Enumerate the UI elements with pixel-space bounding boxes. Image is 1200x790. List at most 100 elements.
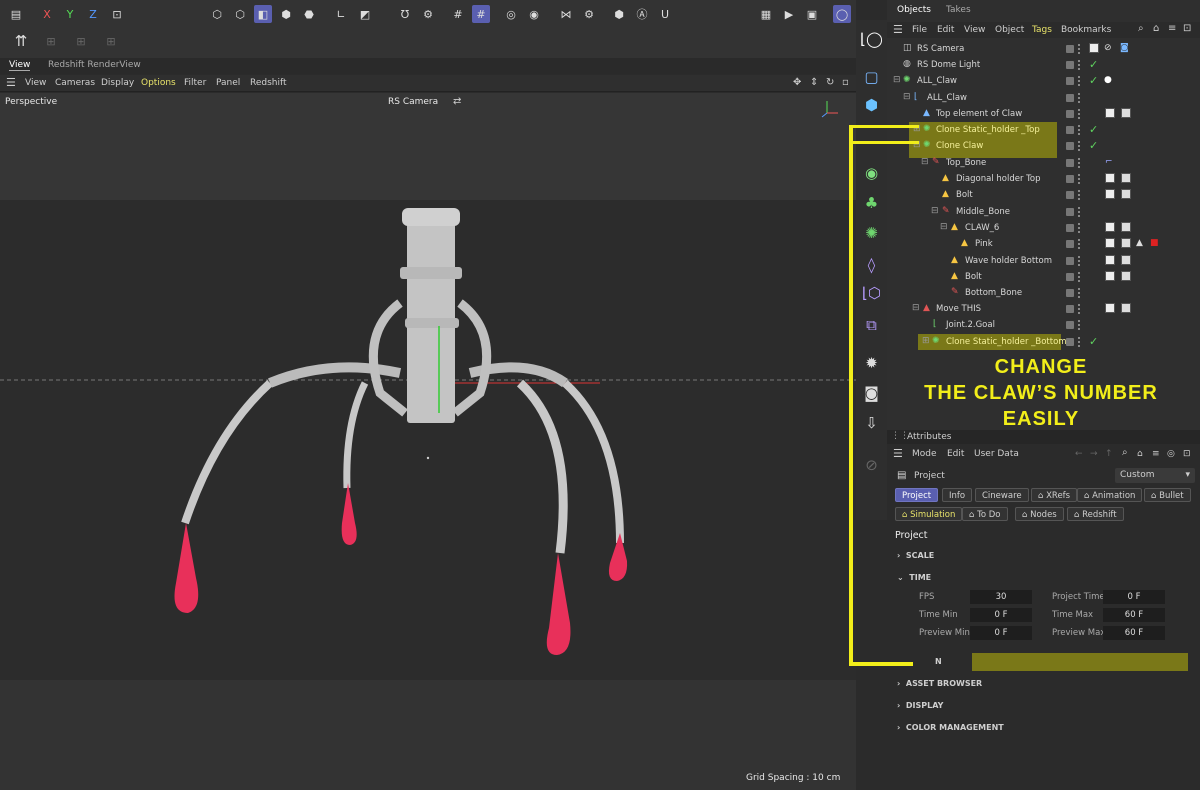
- selection-tag-icon[interactable]: ▲: [1136, 238, 1143, 248]
- target-icon[interactable]: ◎: [1167, 449, 1175, 459]
- tab-simulation[interactable]: ⌂ Simulation: [895, 507, 963, 521]
- symmetry-settings-icon[interactable]: ⚙: [580, 5, 598, 23]
- render-active-view-icon[interactable]: ▦: [757, 5, 775, 23]
- joint-icon[interactable]: ⧉: [859, 312, 884, 337]
- object-row[interactable]: ⊟ ▲ Move THIS: [887, 301, 1200, 317]
- phong-tag-icon[interactable]: [1121, 222, 1131, 232]
- lock-icon[interactable]: ⌂: [1137, 449, 1143, 459]
- group-color-management[interactable]: › COLOR MANAGEMENT: [897, 723, 1004, 732]
- deformer-icon[interactable]: ◊: [859, 252, 884, 277]
- tab-objects[interactable]: Objects: [897, 5, 931, 15]
- enabled-check-icon[interactable]: ✓: [1089, 123, 1098, 136]
- tab-bullet[interactable]: ⌂ Bullet: [1144, 488, 1191, 502]
- group-time[interactable]: ⌄ TIME: [897, 573, 931, 582]
- axis-x-toggle[interactable]: X: [38, 5, 56, 23]
- preview-min-field[interactable]: 0 F: [970, 626, 1032, 640]
- render-to-picture-viewer-icon[interactable]: ▶: [780, 5, 798, 23]
- tab-to-do[interactable]: ⌂ To Do: [962, 507, 1008, 521]
- snap-icon[interactable]: ℧: [396, 5, 414, 23]
- tab-animation[interactable]: ⌂ Animation: [1077, 488, 1143, 502]
- object-row[interactable]: ⊟ ⌊ ALL_Claw: [887, 90, 1200, 106]
- hamburger-icon[interactable]: ☰: [893, 23, 903, 36]
- menu-user-data[interactable]: User Data: [974, 449, 1019, 459]
- up-arrow-icon[interactable]: ↑: [1105, 449, 1113, 459]
- workplane-icon[interactable]: #: [449, 5, 467, 23]
- object-row[interactable]: ▲ Top element of Claw: [887, 106, 1200, 122]
- group-scale[interactable]: › SCALE: [897, 551, 934, 560]
- tab-cineware[interactable]: Cineware: [975, 488, 1029, 502]
- axis-mode-icon[interactable]: ∟: [332, 5, 350, 23]
- enabled-check-icon[interactable]: ✓: [1089, 139, 1098, 152]
- render-view-icon[interactable]: ◉: [525, 5, 543, 23]
- tool-icon-3[interactable]: ⊞: [70, 30, 92, 52]
- menu-edit[interactable]: Edit: [937, 25, 954, 35]
- cube-icon[interactable]: ⬢: [859, 92, 884, 117]
- axis-z-toggle[interactable]: Z: [84, 5, 102, 23]
- enabled-check-icon[interactable]: ✓: [1089, 58, 1098, 71]
- texture-tag-icon[interactable]: [1105, 303, 1115, 313]
- texture-tag-icon[interactable]: [1105, 222, 1115, 232]
- enabled-check-icon[interactable]: ✓: [1089, 74, 1098, 87]
- object-row[interactable]: ⊟ ✺ ALL_Claw ✓ ●: [887, 73, 1200, 89]
- tag-icon[interactable]: [1089, 43, 1099, 53]
- rs-camera-tag-icon[interactable]: ◙: [1120, 43, 1129, 53]
- menu-edit[interactable]: Edit: [947, 449, 964, 459]
- object-row[interactable]: ▲ Pink ▲ ■: [887, 236, 1200, 252]
- tool-icon-2[interactable]: ⊞: [40, 30, 62, 52]
- undo-stack-icon[interactable]: ▤: [7, 5, 25, 23]
- phong-tag-icon[interactable]: [1121, 271, 1131, 281]
- object-row[interactable]: ⊟ ✎ Middle_Bone: [887, 204, 1200, 220]
- texture-tag-icon[interactable]: [1105, 189, 1115, 199]
- menu-view[interactable]: View: [964, 25, 985, 35]
- snap-settings-icon[interactable]: ⚙: [419, 5, 437, 23]
- tweak-icon[interactable]: ⬢: [610, 5, 628, 23]
- time-max-field[interactable]: 60 F: [1103, 608, 1165, 622]
- texture-tag-icon[interactable]: [1105, 173, 1115, 183]
- coordinate-system-icon[interactable]: ⊡: [108, 5, 126, 23]
- object-row[interactable]: ⊟ ✎ Top_Bone ⌐: [887, 155, 1200, 171]
- 3d-viewport[interactable]: Perspective RS Camera ⇄ Grid Spacing : 1…: [0, 93, 856, 790]
- move-icon[interactable]: ⇕: [810, 77, 818, 88]
- tab-xrefs[interactable]: ⌂ XRefs: [1031, 488, 1078, 502]
- edges-mode-icon[interactable]: ⬡: [231, 5, 249, 23]
- object-row[interactable]: ▲ Bolt: [887, 187, 1200, 203]
- texture-tag-icon[interactable]: [1105, 255, 1115, 265]
- project-time-field[interactable]: 0 F: [1103, 590, 1165, 604]
- grid-icon[interactable]: #: [472, 5, 490, 23]
- phong-tag-icon[interactable]: [1121, 173, 1131, 183]
- cloner-icon[interactable]: ♣: [859, 190, 884, 215]
- maximize-view-icon[interactable]: ▫: [842, 77, 849, 88]
- object-row[interactable]: ▲ Diagonal holder Top: [887, 171, 1200, 187]
- tab-project[interactable]: Project: [895, 488, 939, 502]
- polygons-mode-icon[interactable]: ⬢: [277, 5, 295, 23]
- menu-panel[interactable]: Panel: [216, 78, 240, 88]
- search-icon[interactable]: ⌕: [1122, 447, 1128, 458]
- enabled-check-icon[interactable]: ✓: [1089, 335, 1098, 348]
- solo-icon[interactable]: ◩: [356, 5, 374, 23]
- field-icon[interactable]: ⌊⬡: [859, 280, 884, 305]
- time-min-field[interactable]: 0 F: [970, 608, 1032, 622]
- phong-tag-icon[interactable]: [1121, 108, 1131, 118]
- phong-tag-icon[interactable]: [1121, 255, 1131, 265]
- preview-max-field[interactable]: 60 F: [1103, 626, 1165, 640]
- tab-redshift[interactable]: ⌂ Redshift: [1067, 507, 1124, 521]
- null-object-icon[interactable]: ⌊◯: [859, 26, 884, 51]
- preset-dropdown[interactable]: Custom ▾: [1115, 468, 1195, 483]
- back-arrow-icon[interactable]: ←: [1075, 449, 1083, 459]
- menu-tags[interactable]: Tags: [1032, 25, 1052, 35]
- object-row[interactable]: ◍ RS Dome Light ✓: [887, 57, 1200, 73]
- spline-icon[interactable]: ▢: [859, 64, 884, 89]
- object-row[interactable]: ⊟ ✺ Clone Claw ✓: [887, 138, 1200, 158]
- material-tag-icon[interactable]: ■: [1150, 238, 1159, 248]
- phong-tag-icon[interactable]: [1121, 189, 1131, 199]
- render-settings-icon[interactable]: ▣: [803, 5, 821, 23]
- texture-tag-icon[interactable]: [1105, 108, 1115, 118]
- points-mode-icon[interactable]: ⬡: [208, 5, 226, 23]
- texture-tag-icon[interactable]: [1105, 238, 1115, 248]
- model-mode-icon[interactable]: ◧: [254, 5, 272, 23]
- menu-bookmarks[interactable]: Bookmarks: [1061, 25, 1111, 35]
- redshift-icon[interactable]: ◯: [833, 5, 851, 23]
- axis-y-toggle[interactable]: Y: [61, 5, 79, 23]
- uv-mode-icon[interactable]: ⬣: [300, 5, 318, 23]
- rotate-icon[interactable]: ↻: [826, 77, 834, 88]
